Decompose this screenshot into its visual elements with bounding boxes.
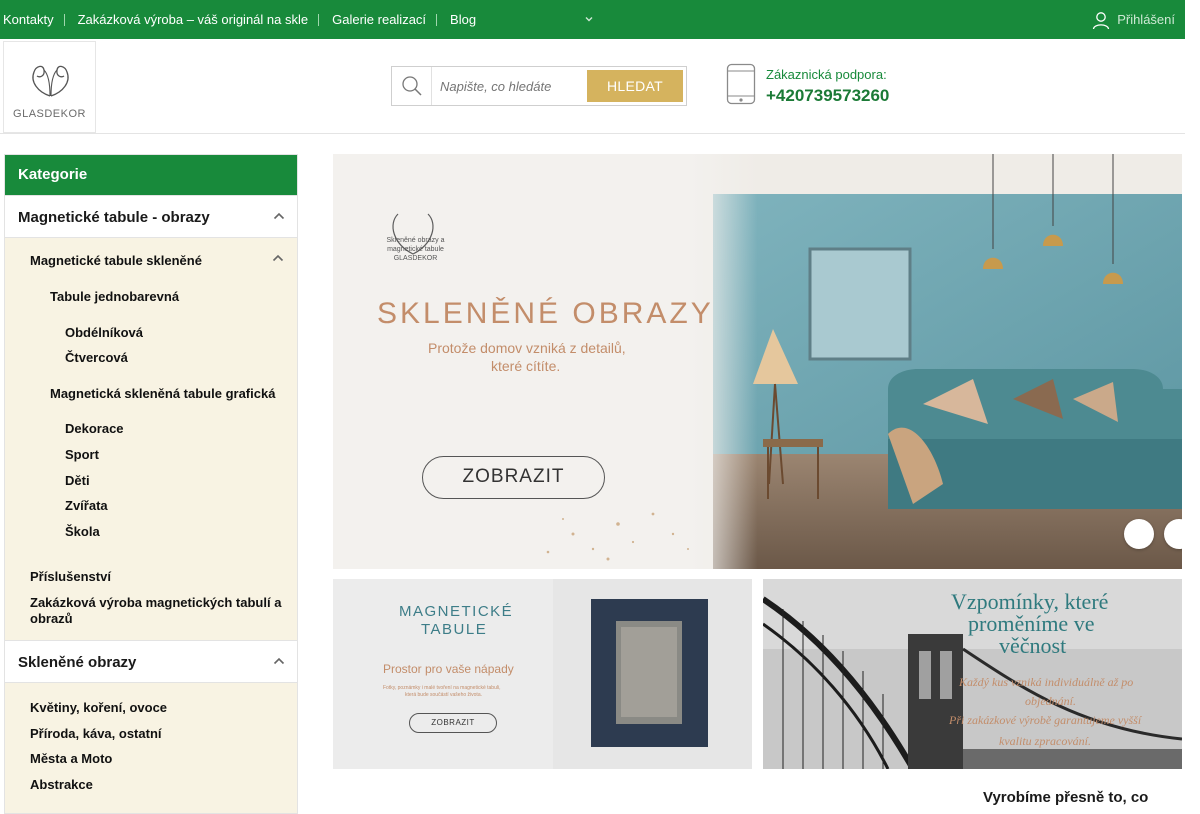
banner2-text-line3: Při zakázkové výrobě garantujeme vyšší — [949, 713, 1142, 727]
hero-room-illustration — [333, 154, 1182, 569]
banner1-cta-button[interactable]: ZOBRAZIT — [409, 713, 497, 733]
top-nav: Kontakty Zakázková výroba – váš originál… — [0, 0, 486, 39]
chevron-up-icon[interactable] — [272, 254, 284, 262]
login-label: Přihlášení — [1117, 12, 1175, 27]
chevron-down-icon[interactable] — [584, 14, 594, 24]
nav-link-blog[interactable]: Blog — [447, 12, 486, 27]
chevron-up-icon[interactable] — [273, 212, 285, 220]
nav-link-kontakty[interactable]: Kontakty — [0, 12, 64, 27]
subcategory-label: Magnetické tabule skleněné — [30, 253, 202, 268]
subcategory-tabule-jednobarevna[interactable]: Tabule jednobarevná — [50, 289, 179, 304]
top-bar: Kontakty Zakázková výroba – váš originál… — [0, 0, 1185, 39]
hero-subtitle-line2: které cítíte. — [491, 358, 561, 374]
customer-support: Zákaznická podpora: +420739573260 — [726, 63, 976, 109]
hero-title: SKLENĚNÉ OBRAZY — [377, 297, 714, 330]
search-input[interactable] — [432, 67, 582, 105]
nav-link-zakazkova-vyroba[interactable]: Zakázková výroba – váš originál na skle — [75, 12, 319, 27]
subcategory-zvirata[interactable]: Zvířata — [65, 498, 108, 513]
banner1-subtitle: Prostor pro vaše nápady — [383, 662, 514, 676]
hero-cta-button[interactable]: ZOBRAZIT — [422, 456, 605, 499]
support-phone-link[interactable]: +420739573260 — [766, 86, 889, 106]
banner2-text-line1: Každý kus vzniká individuálně až po — [959, 675, 1134, 689]
subcategory-obdelnikova[interactable]: Obdélníková — [65, 325, 143, 340]
search-button[interactable]: HLEDAT — [587, 70, 683, 102]
category-sidebar: Kategorie Magnetické tabule - obrazy Mag… — [4, 154, 298, 814]
hero-subtitle-line1: Protože domov vzniká z detailů, — [428, 340, 626, 356]
nav-separator — [436, 13, 438, 26]
hero-banner[interactable]: Skleněné obrazy a magnetické tabule GLAS… — [333, 154, 1182, 569]
subcategory-dekorace[interactable]: Dekorace — [65, 421, 124, 436]
subcategory-prislusenstvi[interactable]: Příslušenství — [30, 569, 111, 584]
phone-icon — [726, 63, 756, 105]
support-label: Zákaznická podpora: — [766, 67, 887, 82]
subcategory-graficka[interactable]: Magnetická skleněná tabule grafická — [50, 386, 275, 401]
banner-vzpominky[interactable]: Vzpomínky, které proměníme ve věčnost Ka… — [763, 579, 1182, 769]
subcategory-kvetiny[interactable]: Květiny, koření, ovoce — [30, 700, 167, 715]
user-icon — [1093, 11, 1110, 29]
banner2-text-line2: objednání. — [1025, 694, 1076, 708]
hero-logo-caption: Skleněné obrazy a magnetické tabule GLAS… — [386, 237, 445, 262]
nav-separator — [63, 13, 65, 26]
banner2-title-line3: věčnost — [999, 633, 1067, 658]
subcategory-deti[interactable]: Děti — [65, 473, 90, 488]
category-sklenene-obrazy[interactable]: Skleněné obrazy — [5, 640, 297, 683]
banner1-title-line1: MAGNETICKÉ — [399, 603, 514, 620]
logo-text: GLASDEKOR — [13, 108, 86, 120]
banner1-small-line2: která bude součástí vašeho života. — [405, 692, 482, 698]
chevron-up-icon[interactable] — [273, 657, 285, 665]
category-magneticke-tabule[interactable]: Magnetické tabule - obrazy — [5, 195, 297, 238]
nav-link-galerie[interactable]: Galerie realizací — [329, 12, 436, 27]
subcategory-mesta-moto[interactable]: Města a Moto — [30, 751, 112, 766]
category-header: Kategorie — [5, 155, 297, 195]
section-heading: Vyrobíme přesně to, co — [983, 789, 1149, 806]
subcategory-sport[interactable]: Sport — [65, 447, 99, 462]
subcategory-skola[interactable]: Škola — [65, 524, 100, 539]
subcategory-priroda[interactable]: Příroda, káva, ostatní — [30, 726, 162, 741]
banner-magneticke-tabule[interactable]: MAGNETICKÉ TABULE Prostor pro vaše nápad… — [333, 579, 752, 769]
site-logo[interactable]: GLASDEKOR — [3, 41, 96, 133]
category-label: Magnetické tabule - obrazy — [18, 209, 210, 226]
login-link[interactable]: Přihlášení — [1091, 0, 1175, 39]
search-bar: HLEDAT — [391, 66, 687, 106]
subcategory-magneticke-tabule-sklenene[interactable]: Magnetické tabule skleněné — [30, 253, 284, 268]
swan-logo-icon — [32, 65, 69, 97]
nav-separator — [318, 13, 320, 26]
site-header: GLASDEKOR HLEDAT Zákaznická podpora: +42… — [0, 39, 1185, 134]
banner2-text-line4: kvalitu zpracování. — [999, 734, 1091, 748]
subcategory-abstrakce[interactable]: Abstrakce — [30, 777, 93, 792]
subcategory-zakazkova-vyroba[interactable]: Zakázková výroba magnetických tabulí a o… — [30, 595, 292, 627]
carousel-prev-button[interactable] — [1124, 519, 1154, 549]
banner1-small-line1: Fotky, poznámky i malé tvoření na magnet… — [383, 685, 501, 691]
category-label: Skleněné obrazy — [18, 654, 137, 671]
banner1-title-line2: TABULE — [421, 621, 488, 638]
subcategory-ctvercova[interactable]: Čtvercová — [65, 350, 128, 365]
search-icon[interactable] — [392, 67, 432, 105]
